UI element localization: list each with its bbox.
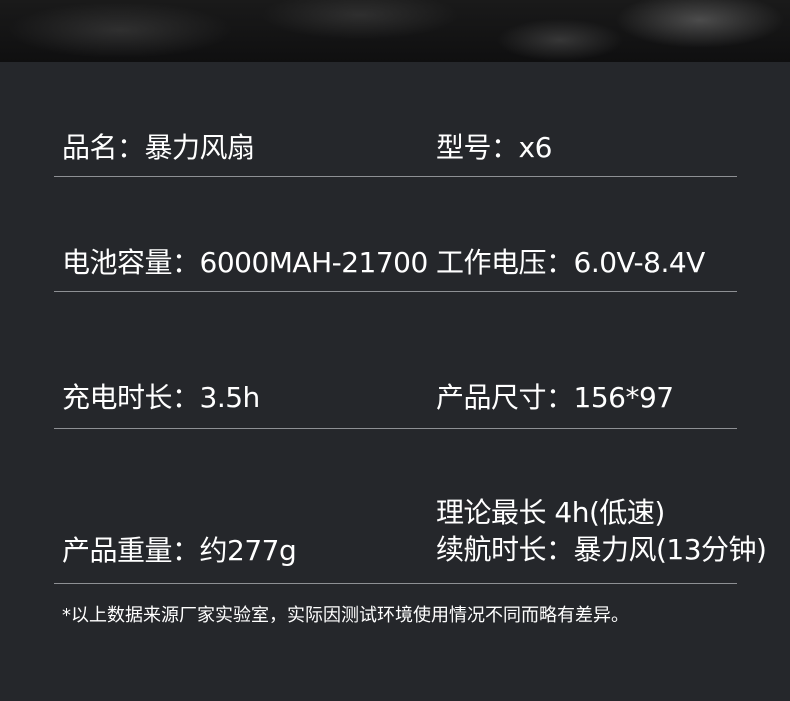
footnote: *以上数据来源厂家实验室，实际因测试环境使用情况不同而略有差异。 [62,605,629,626]
spec-battery-life-line2: 续航时长：暴力风(13分钟) [436,533,767,566]
spec-model: 型号：x6 [436,131,552,164]
spec-product-name: 品名：暴力风扇 [62,131,255,164]
spec-charge-time: 充电时长：3.5h [62,381,260,414]
spec-product-size: 产品尺寸：156*97 [436,381,674,414]
divider [54,583,737,584]
top-banner-image [0,0,790,62]
divider [54,428,737,429]
spec-product-weight: 产品重量：约277g [62,534,297,567]
divider [54,176,737,177]
spec-battery-life-line1: 理论最长 4h(低速) [436,496,665,529]
divider [54,291,737,292]
spec-working-voltage: 工作电压：6.0V-8.4V [436,246,705,279]
spec-battery-capacity: 电池容量：6000MAH-21700 [62,246,428,279]
